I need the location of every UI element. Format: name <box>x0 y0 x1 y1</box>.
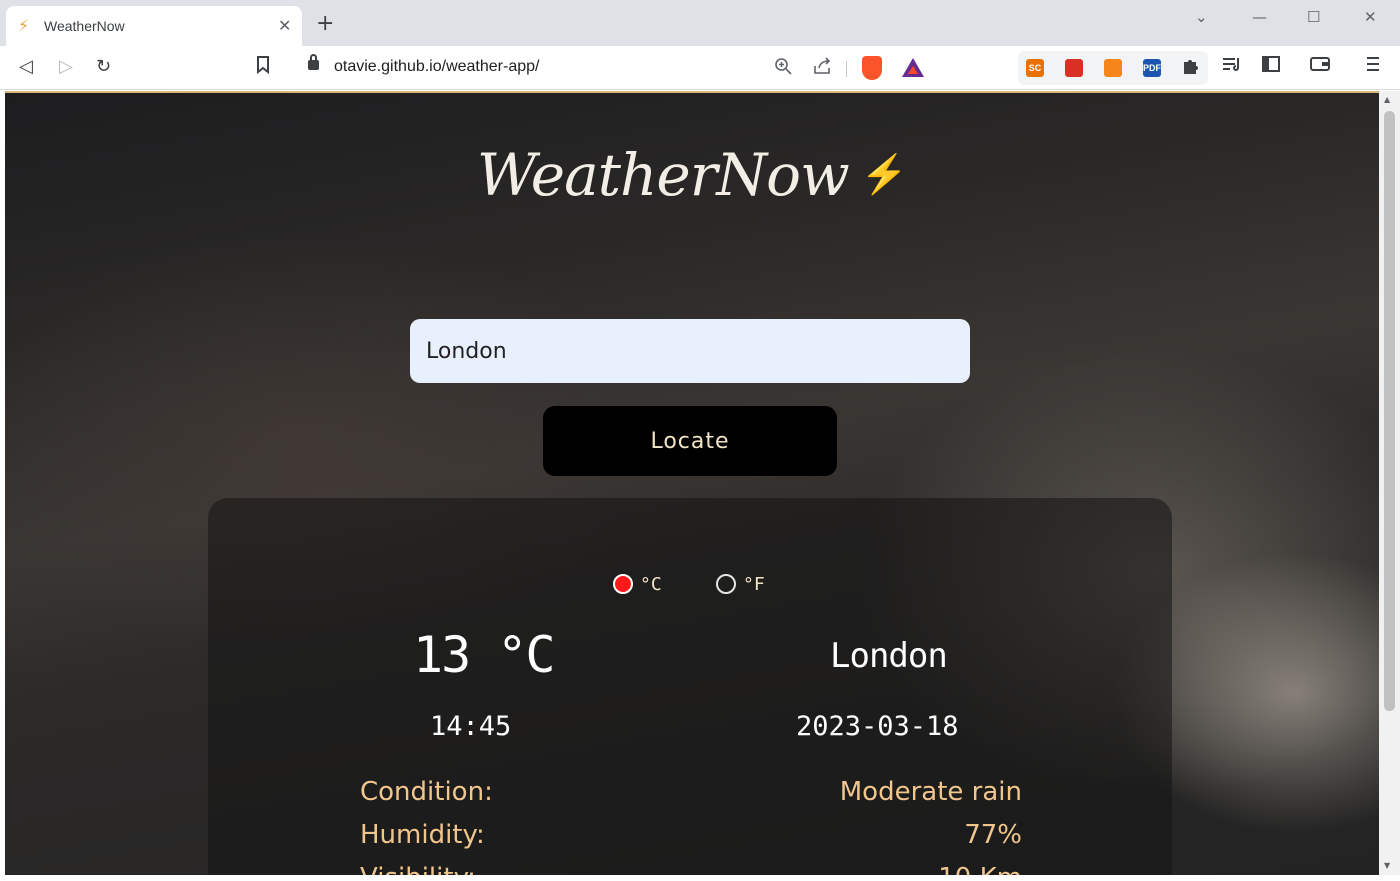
lock-icon <box>308 54 319 70</box>
scroll-down-arrow-icon[interactable]: ▼ <box>1384 861 1390 870</box>
bookmark-icon[interactable] <box>256 56 270 80</box>
extension-mendeley-icon[interactable] <box>1065 59 1083 77</box>
tab-title: WeatherNow <box>44 18 125 34</box>
temperature-value: 13 °C <box>413 626 556 684</box>
logo-text: WeatherNow <box>476 141 850 209</box>
page-viewport: WeatherNow⚡ Locate °C °F 13 °C London 14… <box>5 91 1379 875</box>
lightning-bolt-icon: ⚡ <box>860 152 908 196</box>
visibility-label: Visibility: <box>360 863 476 875</box>
celsius-label[interactable]: °C <box>640 574 662 595</box>
reload-button[interactable]: ↻ <box>96 56 111 78</box>
brave-shields-icon[interactable] <box>862 56 882 80</box>
back-button[interactable]: ◁ <box>19 56 33 78</box>
page-scrollbar[interactable]: ▲ ▼ <box>1379 91 1400 875</box>
scroll-up-arrow-icon[interactable]: ▲ <box>1384 95 1390 104</box>
url-text: otavie.github.io/weather-app/ <box>334 58 540 75</box>
extension-metamask-icon[interactable] <box>1104 59 1122 77</box>
city-search-input[interactable] <box>410 319 970 383</box>
fahrenheit-label[interactable]: °F <box>743 574 765 595</box>
maximize-icon[interactable]: ☐ <box>1307 8 1320 26</box>
new-tab-button[interactable]: + <box>316 13 334 35</box>
locate-button[interactable]: Locate <box>543 406 837 476</box>
omnibox-divider <box>846 61 847 77</box>
menu-icon[interactable] <box>1366 56 1380 78</box>
visibility-value: 10 Km <box>938 863 1022 875</box>
browser-toolbar: ◁ ▷ ↻ otavie.github.io/weather-app/ SC P… <box>0 46 1400 90</box>
share-icon[interactable] <box>813 57 833 79</box>
local-time: 14:45 <box>430 711 512 742</box>
humidity-value: 77% <box>964 820 1022 850</box>
app-logo: WeatherNow ⚡ <box>5 141 1379 209</box>
fahrenheit-radio[interactable] <box>716 574 736 594</box>
weather-card: °C °F 13 °C London 14:45 2023-03-18 Cond… <box>208 498 1172 875</box>
celsius-radio[interactable] <box>613 574 633 594</box>
humidity-label: Humidity: <box>360 820 485 850</box>
extension-sc-icon[interactable]: SC <box>1026 59 1044 77</box>
condition-label: Condition: <box>360 777 493 807</box>
sidebar-icon[interactable] <box>1262 56 1280 78</box>
zoom-icon[interactable] <box>774 57 792 79</box>
reading-list-icon[interactable] <box>1222 56 1242 78</box>
unit-toggle: °C °F <box>208 571 1172 597</box>
scroll-thumb[interactable] <box>1384 111 1395 711</box>
extensions-group: SC PDF <box>1018 51 1208 85</box>
forward-button[interactable]: ▷ <box>59 56 73 78</box>
window-bottom-edge <box>0 875 1400 881</box>
condition-value: Moderate rain <box>839 777 1022 807</box>
browser-tab[interactable]: ⚡ WeatherNow ✕ <box>6 6 302 46</box>
window-close-icon[interactable]: ✕ <box>1364 8 1377 26</box>
local-date: 2023-03-18 <box>796 711 959 742</box>
brave-rewards-icon[interactable] <box>902 58 924 77</box>
tab-strip: ⚡ WeatherNow ✕ + ⌄ — ☐ ✕ <box>0 0 1400 46</box>
wallet-icon[interactable] <box>1310 56 1330 78</box>
extension-pdf-icon[interactable]: PDF <box>1143 59 1161 77</box>
lightning-favicon-icon: ⚡ <box>18 16 30 35</box>
city-name: London <box>830 636 948 676</box>
tab-search-chevron-icon[interactable]: ⌄ <box>1195 8 1208 26</box>
extensions-puzzle-icon[interactable] <box>1181 57 1199 81</box>
address-bar[interactable]: otavie.github.io/weather-app/ <box>292 52 934 84</box>
minimize-icon[interactable]: — <box>1252 8 1267 26</box>
tab-close-icon[interactable]: ✕ <box>278 16 291 35</box>
